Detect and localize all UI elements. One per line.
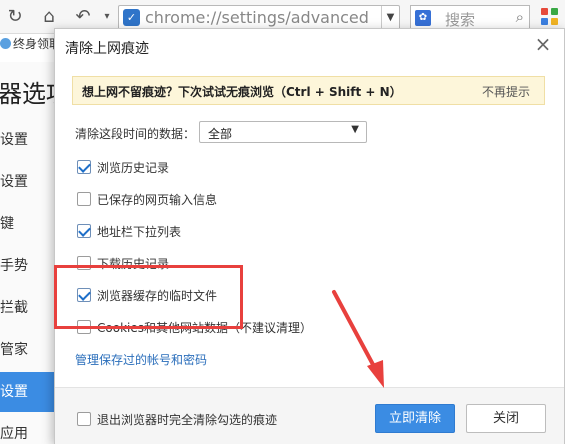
- address-text: chrome://settings/advanced: [145, 8, 369, 27]
- bookmark-label: 终身领取: [13, 37, 54, 51]
- checkbox[interactable]: [77, 288, 91, 302]
- sidebar-item[interactable]: 设置: [0, 162, 54, 202]
- sidebar-item[interactable]: 设置: [0, 120, 54, 160]
- clear-now-button[interactable]: 立即清除: [375, 404, 455, 433]
- incognito-notice: 想上网不留痕迹？下次试试无痕浏览（Ctrl + Shift + N） 不再提示: [72, 76, 545, 105]
- sidebar-item[interactable]: 管家: [0, 330, 54, 370]
- security-shield-icon: ✓: [123, 9, 140, 26]
- address-dropdown-icon[interactable]: ▼: [381, 6, 399, 29]
- option-label: 地址栏下拉列表: [97, 225, 182, 239]
- settings-title: 器选项: [0, 80, 54, 108]
- sidebar-item[interactable]: 键: [0, 204, 54, 244]
- bookmark-favicon-icon: [0, 38, 11, 49]
- notice-text: 想上网不留痕迹？下次试试无痕浏览（Ctrl + Shift + N）: [82, 85, 402, 99]
- option-label: Cookies和其他网站数据（不建议清理）: [97, 321, 312, 335]
- chevron-down-icon: ▼: [351, 124, 359, 135]
- checkbox[interactable]: [77, 256, 91, 270]
- option-label: 退出浏览器时完全清除勾选的痕迹: [97, 413, 278, 427]
- sidebar-item-active[interactable]: 设置: [0, 372, 54, 412]
- time-range-value: 全部: [208, 127, 233, 141]
- settings-sidebar: 器选项 设置 设置 键 手势 拦截 管家 设置 应用: [0, 62, 54, 444]
- checkbox[interactable]: [77, 160, 91, 174]
- option-label: 已保存的网页输入信息: [97, 193, 218, 207]
- search-icon[interactable]: ⌕: [516, 8, 524, 26]
- checkbox[interactable]: [77, 224, 91, 238]
- checkbox[interactable]: [77, 192, 91, 206]
- time-range-label: 清除这段时间的数据：: [75, 127, 196, 141]
- home-icon[interactable]: ⌂: [38, 6, 60, 28]
- clear-browsing-data-dialog: 清除上网痕迹 × 想上网不留痕迹？下次试试无痕浏览（Ctrl + Shift +…: [54, 28, 565, 444]
- checkbox[interactable]: [77, 320, 91, 334]
- dialog-footer: 退出浏览器时完全清除勾选的痕迹 立即清除 关闭: [55, 387, 564, 444]
- close-icon[interactable]: ×: [532, 33, 554, 55]
- search-box[interactable]: ✿ 搜索 ⌕: [410, 5, 530, 30]
- checkbox[interactable]: [77, 412, 91, 426]
- search-engine-icon[interactable]: ✿: [415, 10, 431, 26]
- reload-icon[interactable]: ↻: [4, 6, 26, 28]
- back-history-dropdown-icon[interactable]: ▾: [96, 6, 118, 28]
- manage-passwords-link[interactable]: 管理保存过的帐号和密码: [75, 351, 207, 368]
- apps-grid-icon[interactable]: [541, 8, 559, 26]
- time-range-select[interactable]: 全部 ▼: [199, 121, 367, 143]
- back-icon[interactable]: ↶: [72, 6, 94, 28]
- sidebar-item[interactable]: 手势: [0, 246, 54, 286]
- option-label: 下载历史记录: [97, 257, 170, 271]
- dialog-title: 清除上网痕迹: [65, 41, 149, 57]
- address-bar[interactable]: ✓ chrome://settings/advanced ▼: [118, 5, 400, 30]
- sidebar-item[interactable]: 应用: [0, 414, 54, 444]
- option-label: 浏览器缓存的临时文件: [97, 289, 218, 303]
- bookmark-item[interactable]: 终身领取: [0, 35, 54, 61]
- close-button[interactable]: 关闭: [466, 404, 546, 433]
- option-label: 浏览历史记录: [97, 161, 170, 175]
- dismiss-notice-link[interactable]: 不再提示: [482, 83, 530, 100]
- search-placeholder: 搜索: [445, 11, 476, 29]
- sidebar-item[interactable]: 拦截: [0, 288, 54, 328]
